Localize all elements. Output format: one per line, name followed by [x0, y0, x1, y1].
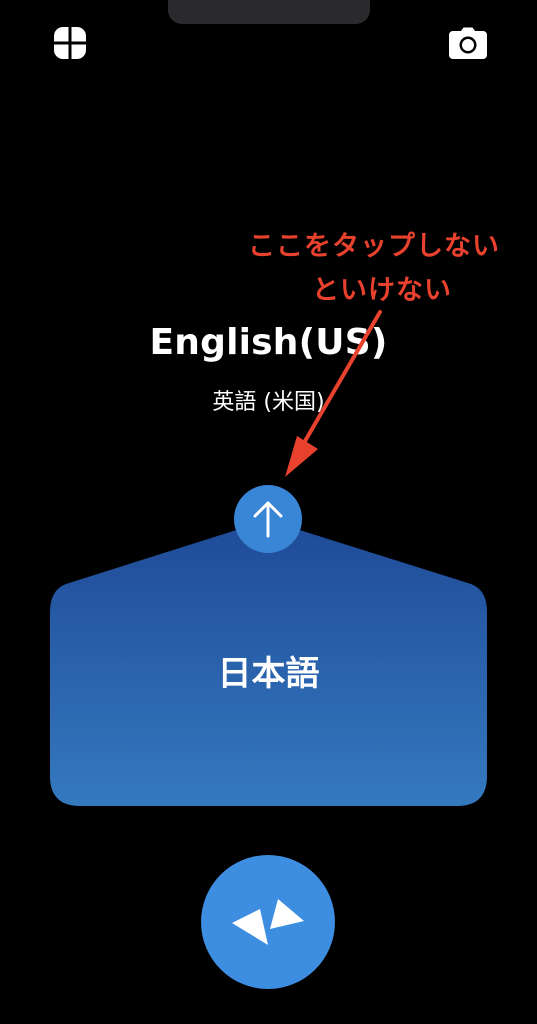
source-language-label: 日本語 [217, 654, 320, 694]
conversation-mic-button[interactable] [201, 855, 335, 989]
conversation-icon [232, 899, 304, 945]
target-language-name: English(US) [149, 322, 388, 363]
camera-button[interactable] [449, 24, 487, 62]
grid-icon [53, 26, 87, 60]
grid-button[interactable] [51, 24, 89, 62]
target-language-native-name: 英語 (米国) [212, 390, 325, 415]
camera-icon [449, 27, 487, 59]
device-notch [168, 0, 370, 24]
annotation-text-line2: といけない [312, 275, 452, 306]
swap-language-button[interactable] [234, 485, 302, 553]
source-language-panel[interactable]: 日本語 [50, 520, 487, 806]
annotation-text-line1: ここをタップしない [248, 231, 500, 262]
arrow-up-icon [253, 501, 283, 538]
